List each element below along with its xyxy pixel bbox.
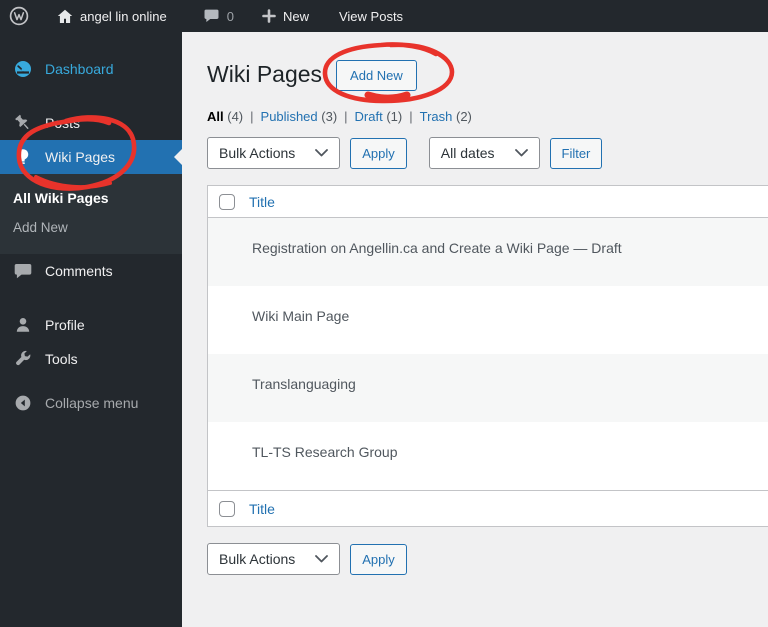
content-area: Wiki Pages Add New All (4) | Published (…	[182, 32, 768, 627]
admin-bar: angel lin online 0 New View Posts	[0, 0, 768, 32]
comment-bubble-icon	[12, 261, 34, 281]
sidebar-item-comments[interactable]: Comments	[0, 254, 182, 288]
sidebar-item-label: Dashboard	[45, 61, 114, 77]
person-icon	[12, 315, 34, 335]
filter-all[interactable]: All (4)	[207, 109, 243, 124]
menu-separator	[0, 86, 182, 106]
comment-count: 0	[226, 8, 234, 24]
home-icon	[57, 9, 73, 24]
dashboard-gauge-icon	[12, 59, 34, 79]
table-footer-row: Title	[208, 490, 768, 526]
sidebar-item-label: Posts	[45, 115, 81, 131]
status-filter-links: All (4) | Published (3) | Draft (1) | Tr…	[207, 109, 768, 124]
top-toolbar: Bulk Actions Apply All dates Filter	[207, 137, 768, 169]
admin-bar-comments[interactable]: 0	[193, 0, 244, 32]
title-column-footer[interactable]: Title	[249, 501, 275, 517]
lightbulb-icon	[12, 147, 34, 167]
sidebar-item-all-wiki-pages[interactable]: All Wiki Pages	[0, 183, 182, 213]
table-row[interactable]: Translanguaging	[208, 354, 768, 422]
sidebar-item-label: Tools	[45, 351, 78, 367]
admin-bar-view-posts[interactable]: View Posts	[329, 0, 413, 32]
add-new-button[interactable]: Add New	[336, 59, 417, 91]
filter-separator: |	[250, 109, 254, 124]
sidebar-item-label: Profile	[45, 317, 85, 333]
bulk-actions-select-bottom[interactable]: Bulk Actions	[207, 543, 341, 575]
select-all-checkbox[interactable]	[219, 500, 235, 517]
table-row[interactable]: Wiki Main Page	[208, 286, 768, 354]
filter-button[interactable]: Filter	[549, 137, 603, 169]
bottom-toolbar: Bulk Actions Apply	[207, 543, 768, 575]
sidebar-item-posts[interactable]: Posts	[0, 106, 182, 140]
menu-separator	[0, 288, 182, 308]
filter-separator: |	[409, 109, 413, 124]
filter-trash[interactable]: Trash (2)	[420, 109, 472, 124]
wiki-pages-submenu: All Wiki Pages Add New	[0, 174, 182, 254]
wrench-icon	[12, 349, 34, 369]
all-dates-select[interactable]: All dates	[428, 137, 540, 169]
plus-icon	[262, 9, 276, 23]
wordpress-logo-icon	[9, 6, 29, 26]
new-label: New	[282, 8, 309, 24]
page-header: Wiki Pages Add New	[207, 58, 768, 92]
apply-button[interactable]: Apply	[350, 137, 407, 169]
table-row[interactable]: Registration on Angellin.ca and Create a…	[208, 218, 768, 286]
table-header-row: Title	[208, 186, 768, 218]
bulk-actions-select[interactable]: Bulk Actions	[207, 137, 341, 169]
collapse-arrow-icon	[12, 394, 34, 412]
comment-bubble-icon	[203, 8, 220, 24]
chevron-down-icon	[514, 149, 528, 157]
sidebar: Dashboard Posts Wiki Pages All Wiki Page…	[0, 32, 182, 627]
sidebar-item-collapse-menu[interactable]: Collapse menu	[0, 386, 182, 420]
filter-published[interactable]: Published (3)	[261, 109, 338, 124]
posts-table: Title Registration on Angellin.ca and Cr…	[207, 185, 768, 527]
apply-button-bottom[interactable]: Apply	[350, 543, 407, 575]
filter-draft[interactable]: Draft (1)	[355, 109, 403, 124]
filter-separator: |	[344, 109, 348, 124]
sidebar-item-label: Collapse menu	[45, 395, 139, 411]
site-name-menu[interactable]: angel lin online	[47, 0, 177, 32]
wordpress-logo-menu[interactable]	[0, 0, 39, 32]
title-column-header[interactable]: Title	[249, 194, 275, 210]
sidebar-item-label: Wiki Pages	[45, 149, 116, 165]
select-all-checkbox[interactable]	[219, 193, 235, 210]
sidebar-item-label: Comments	[45, 263, 113, 279]
sidebar-item-add-new[interactable]: Add New	[0, 213, 182, 242]
chevron-down-icon	[315, 149, 329, 157]
sidebar-item-wiki-pages[interactable]: Wiki Pages	[0, 140, 182, 174]
site-name: angel lin online	[80, 8, 167, 24]
page-title: Wiki Pages	[207, 61, 323, 88]
admin-bar-new[interactable]: New	[252, 0, 319, 32]
sidebar-item-tools[interactable]: Tools	[0, 342, 182, 376]
pushpin-icon	[12, 113, 34, 133]
chevron-down-icon	[315, 555, 329, 563]
sidebar-item-dashboard[interactable]: Dashboard	[0, 52, 182, 86]
table-row[interactable]: TL-TS Research Group	[208, 422, 768, 490]
sidebar-item-profile[interactable]: Profile	[0, 308, 182, 342]
